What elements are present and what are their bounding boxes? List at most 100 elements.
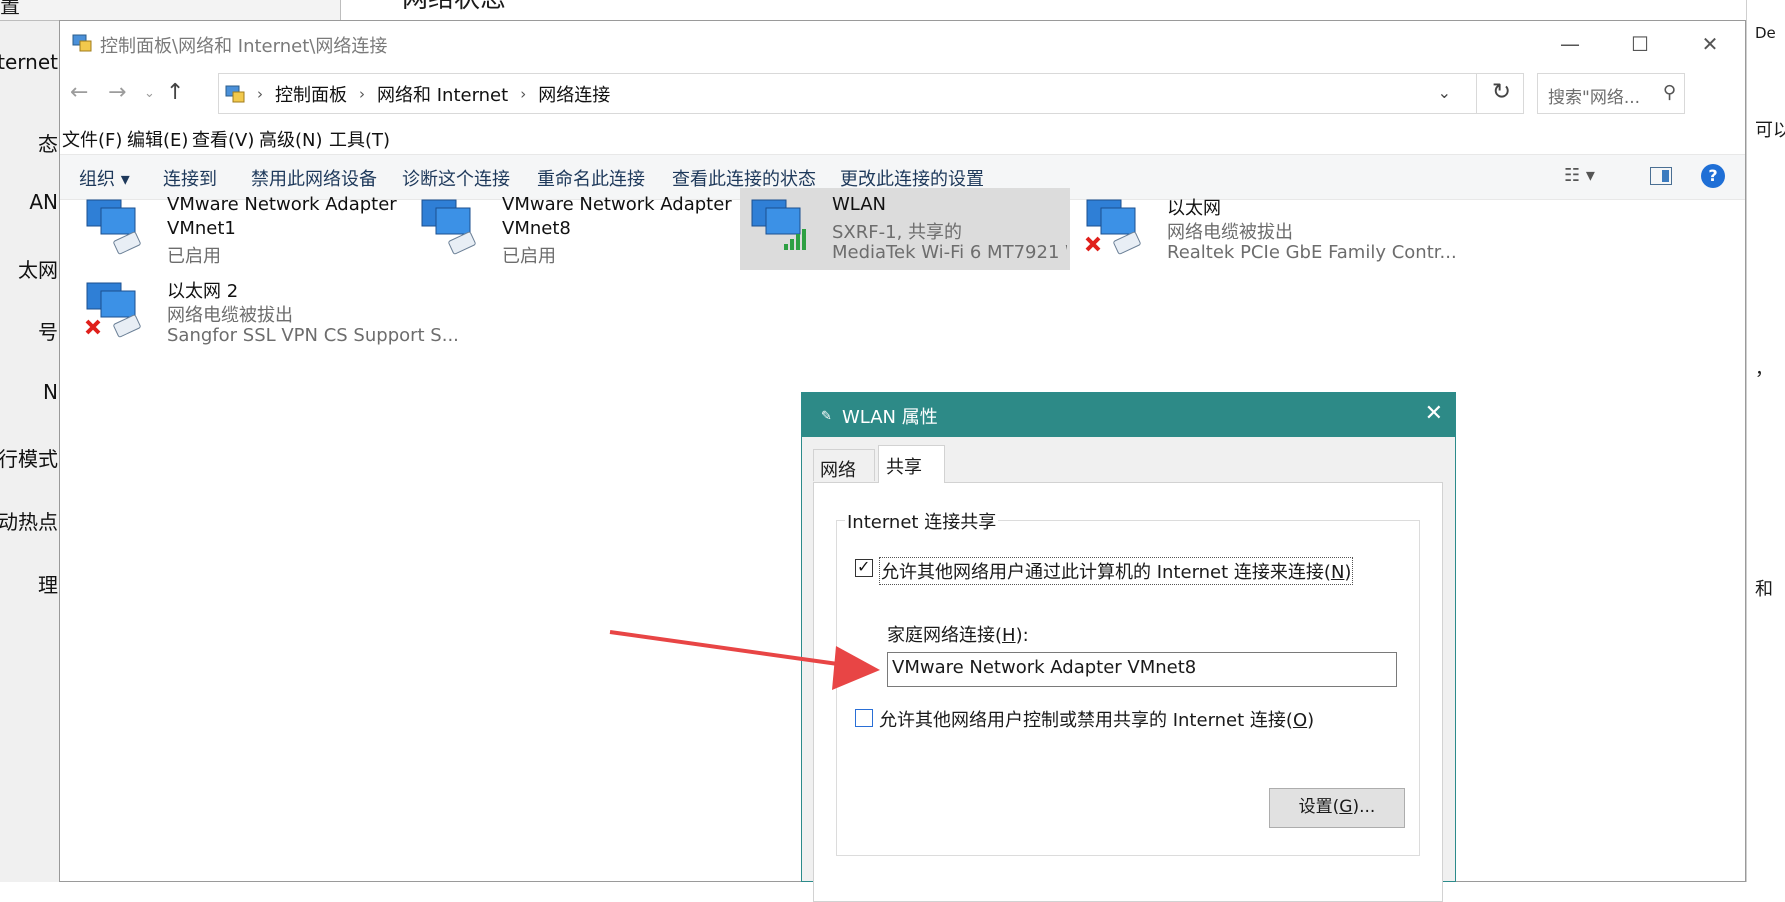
sharing-tab-panel: Internet 连接共享 允许其他网络用户通过此计算机的 Internet 连…: [813, 482, 1443, 902]
menu-view[interactable]: 查看(V): [192, 126, 254, 152]
sidebar-item[interactable]: 理: [38, 569, 58, 598]
connection-status: 网络电缆被拔出: [1167, 222, 1293, 243]
access-key: G: [1339, 797, 1353, 817]
connection-name: 以太网: [1167, 198, 1221, 219]
sidebar-item[interactable]: 动热点: [0, 506, 58, 535]
page-heading: 网络状态: [402, 0, 506, 15]
allow-control-checkbox[interactable]: [855, 709, 873, 727]
connection-device: Sangfor SSL VPN CS Support S...: [167, 325, 459, 346]
connection-item-ethernet[interactable]: 以太网 网络电缆被拔出 Realtek PCIe GbE Family Cont…: [1075, 188, 1457, 270]
settings-heading-fragment: 网络状态: [372, 0, 1692, 20]
connection-name-2: VMnet8: [502, 218, 571, 239]
label-text: )...: [1352, 797, 1376, 817]
connection-device: Realtek PCIe GbE Family Contr...: [1167, 242, 1457, 263]
dialog-title: WLAN 属性: [842, 407, 938, 428]
search-icon[interactable]: ⚲: [1663, 82, 1676, 103]
label-text: 允许其他网络用户控制或禁用共享的 Internet 连接(: [879, 710, 1293, 731]
address-bar[interactable]: › 控制面板 › 网络和 Internet › 网络连接 ⌄ ↻: [218, 73, 1524, 114]
network-adapter-icon: [421, 199, 476, 255]
sidebar-item[interactable]: 号: [38, 316, 58, 345]
right-fragment-text: 可以轻: [1755, 120, 1785, 141]
wlan-properties-dialog: ✎ WLAN 属性 ✕ 网络 共享 Internet 连接共享 允许其他网络用户…: [801, 392, 1456, 902]
preview-pane-icon[interactable]: [1650, 167, 1672, 185]
menu-file[interactable]: 文件(F): [62, 126, 122, 152]
right-fragment-text: 和: [1755, 579, 1773, 600]
connection-name: 以太网 2: [167, 281, 239, 302]
maximize-button[interactable]: ☐: [1605, 21, 1675, 67]
back-arrow-icon[interactable]: ←: [70, 80, 88, 105]
dialog-close-icon[interactable]: ✕: [1425, 401, 1443, 426]
refresh-icon[interactable]: ↻: [1492, 79, 1511, 105]
up-arrow-icon[interactable]: ↑: [166, 80, 184, 105]
sidebar-item[interactable]: AN: [29, 190, 58, 214]
sidebar-item[interactable]: 太网: [18, 254, 58, 283]
sidebar-item[interactable]: 行模式: [0, 443, 58, 472]
control-panel-icon: [225, 85, 245, 102]
menu-edit[interactable]: 编辑(E): [127, 126, 188, 152]
breadcrumb-separator-icon[interactable]: ›: [257, 85, 263, 103]
dialog-title-bar[interactable]: ✎ WLAN 属性 ✕: [802, 393, 1455, 437]
change-view-icon[interactable]: ☷ ▾: [1564, 165, 1595, 186]
search-input[interactable]: 搜索"网络... ⚲: [1537, 73, 1685, 114]
recent-dropdown-icon[interactable]: ⌄: [144, 86, 155, 101]
access-key: N: [1330, 562, 1345, 583]
sidebar-item[interactable]: N: [43, 380, 58, 404]
tab-sharing[interactable]: 共享: [878, 445, 945, 483]
breadcrumb-network-internet[interactable]: 网络和 Internet: [377, 81, 508, 107]
connection-item-vmnet1[interactable]: VMware Network Adapter VMnet1 已启用: [75, 188, 405, 270]
wlan-icon: ✎: [821, 409, 832, 424]
network-adapter-icon: [86, 199, 141, 255]
allow-sharing-checkbox[interactable]: [855, 557, 873, 577]
label-text: 家庭网络连接(: [887, 625, 1003, 646]
home-network-label: 家庭网络连接(H):: [887, 621, 1029, 647]
title-bar[interactable]: 控制面板\网络和 Internet\网络连接 — ☐ ✕: [60, 21, 1745, 67]
label-text: ): [1344, 562, 1352, 583]
connection-name-2: VMnet1: [167, 218, 236, 239]
settings-sidebar: nternet 态 AN 太网 号 N 行模式 动热点 理: [0, 0, 61, 882]
connection-status: 已启用: [502, 246, 556, 267]
connection-item-wlan[interactable]: WLAN SXRF-1, 共享的 MediaTek Wi-Fi 6 MT7921…: [740, 188, 1070, 270]
breadcrumb-control-panel[interactable]: 控制面板: [275, 81, 347, 107]
address-divider: [1476, 74, 1477, 113]
settings-fragment-text: 置: [0, 0, 20, 18]
connection-device: MediaTek Wi-Fi 6 MT7921 Wir...: [832, 242, 1067, 263]
connection-name: WLAN: [832, 194, 887, 215]
settings-search-fragment: 置: [0, 0, 341, 21]
connection-item-ethernet-2[interactable]: 以太网 2 网络电缆被拔出 Sangfor SSL VPN CS Support…: [75, 271, 459, 353]
label-text: ): [1307, 710, 1315, 731]
label-text: 设置(: [1298, 797, 1340, 817]
search-placeholder: 搜索"网络...: [1548, 88, 1641, 108]
breadcrumb-separator-icon[interactable]: ›: [520, 85, 526, 103]
forward-arrow-icon[interactable]: →: [108, 80, 126, 105]
connection-name: VMware Network Adapter: [167, 194, 397, 215]
minimize-button[interactable]: —: [1535, 21, 1605, 67]
sidebar-item[interactable]: nternet: [0, 50, 58, 74]
address-row: ← → ⌄ ↑ › 控制面板 › 网络和 Internet › 网络连接 ⌄ ↻…: [60, 70, 1745, 116]
help-icon[interactable]: ?: [1701, 164, 1725, 188]
ethernet-disconnected-icon: [1085, 199, 1141, 255]
menu-advanced[interactable]: 高级(N): [259, 126, 323, 152]
allow-control-label[interactable]: 允许其他网络用户控制或禁用共享的 Internet 连接(O): [879, 706, 1314, 732]
access-key: O: [1292, 710, 1308, 731]
label-text: ):: [1015, 625, 1029, 646]
allow-sharing-label[interactable]: 允许其他网络用户通过此计算机的 Internet 连接来连接(N): [879, 557, 1354, 585]
ethernet-disconnected-icon: [85, 282, 141, 338]
address-dropdown-icon[interactable]: ⌄: [1438, 83, 1451, 102]
settings-right-fragment: De 可以轻 ， 和: [1746, 0, 1785, 882]
sidebar-item[interactable]: 态: [38, 128, 58, 157]
right-fragment-text: ，: [1755, 359, 1773, 380]
connection-status: SXRF-1, 共享的: [832, 222, 963, 243]
settings-button[interactable]: 设置(G)...: [1269, 788, 1405, 828]
connection-item-vmnet8[interactable]: VMware Network Adapter VMnet8 已启用: [410, 188, 740, 270]
breadcrumb-network-connections[interactable]: 网络连接: [538, 81, 610, 107]
menu-bar: 文件(F) 编辑(E) 查看(V) 高级(N) 工具(T): [60, 122, 1745, 152]
connection-status: 网络电缆被拔出: [167, 305, 293, 326]
close-button[interactable]: ✕: [1675, 21, 1745, 67]
access-key: H: [1002, 625, 1016, 646]
control-panel-icon: [72, 34, 92, 52]
breadcrumb-separator-icon[interactable]: ›: [359, 85, 365, 103]
window-title: 控制面板\网络和 Internet\网络连接: [100, 36, 388, 57]
tab-network[interactable]: 网络: [813, 449, 875, 481]
menu-tools[interactable]: 工具(T): [329, 126, 390, 152]
home-network-field[interactable]: VMware Network Adapter VMnet8: [887, 652, 1397, 687]
